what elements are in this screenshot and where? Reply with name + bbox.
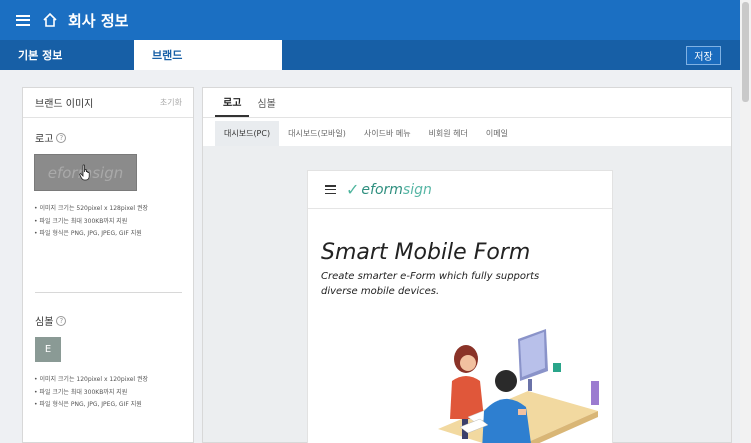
hand-cursor-icon: [79, 164, 90, 181]
tabs-underline: [203, 117, 731, 118]
help-icon[interactable]: ?: [56, 132, 67, 143]
hero-subtitle: Create smarter e-Form which fully suppor…: [321, 271, 540, 297]
logo-upload-button[interactable]: eformsign: [34, 154, 137, 191]
preview-panel: 로고 심볼 대시보드(PC) 대시보드(모바일) 사이드바 메뉴 비회원 헤더 …: [202, 87, 732, 443]
reset-button[interactable]: 초기화: [160, 97, 182, 108]
symbol-label: 심볼: [35, 317, 54, 328]
logo-note: • 이미지 크기는 520pixel x 128pixel 권장: [34, 205, 148, 212]
brand-image-header: 브랜드 이미지 초기화: [23, 88, 193, 118]
symbol-note: • 이미지 크기는 120pixel x 120pixel 권장: [34, 376, 148, 383]
eformsign-logo: ✓ eform sign: [346, 180, 432, 199]
logo-notes: • 이미지 크기는 520pixel x 128pixel 권장 • 파일 크기…: [34, 203, 148, 241]
subtab-dashboard-pc[interactable]: 대시보드(PC): [215, 121, 280, 146]
dashboard-preview: ✓ eform sign Smart Mobile Form Create sma…: [307, 170, 613, 443]
tab-bar: 기본 정보 브랜드: [0, 40, 740, 70]
preview-header: ✓ eform sign: [308, 171, 612, 209]
symbol-upload-button[interactable]: E: [35, 337, 61, 362]
logo-label: 로고: [35, 134, 54, 145]
section-divider: [35, 292, 182, 293]
brand-image-title: 브랜드 이미지: [35, 99, 94, 110]
top-bar: 회사 정보: [0, 0, 740, 40]
logo-note: • 파일 형식은 PNG, JPG, JPEG, GIF 지원: [34, 230, 142, 237]
home-icon[interactable]: [42, 12, 58, 28]
symbol-note: • 파일 크기는 최대 300KB까지 지원: [34, 388, 128, 396]
hamburger-menu-icon[interactable]: [16, 14, 30, 26]
logo-text-eform: eform: [361, 181, 403, 198]
symbol-section-label: 심볼 ?: [35, 313, 67, 328]
subtab-guest-header[interactable]: 비회원 헤더: [420, 121, 477, 146]
logo-text-sign: sign: [402, 181, 432, 198]
page-scrollbar[interactable]: [740, 0, 751, 443]
office-illustration: [438, 329, 599, 443]
symbol-notes: • 이미지 크기는 120pixel x 120pixel 권장 • 파일 크기…: [34, 374, 148, 412]
subtab-email[interactable]: 이메일: [477, 121, 517, 146]
subtab-dashboard-mobile[interactable]: 대시보드(모바일): [279, 121, 355, 146]
check-logo-icon: ✓: [346, 180, 360, 199]
save-button[interactable]: 저장: [686, 46, 721, 65]
preview-location-tabs: 대시보드(PC) 대시보드(모바일) 사이드바 메뉴 비회원 헤더 이메일: [215, 121, 517, 146]
symbol-note: • 파일 형식은 PNG, JPG, JPEG, GIF 지원: [34, 401, 142, 408]
preview-type-tabs: 로고 심볼: [215, 88, 284, 117]
hero-title: Smart Mobile Form: [321, 240, 531, 265]
tab-basic-info[interactable]: 기본 정보: [0, 40, 134, 70]
tab-symbol[interactable]: 심볼: [249, 88, 283, 117]
logo-note: • 파일 크기는 최대 300KB까지 지원: [34, 217, 128, 225]
help-icon[interactable]: ?: [56, 315, 67, 326]
subtab-sidebar-menu[interactable]: 사이드바 메뉴: [355, 121, 420, 146]
scrollbar-thumb[interactable]: [742, 2, 749, 102]
tab-brand[interactable]: 브랜드: [134, 40, 282, 70]
hamburger-menu-icon: [325, 185, 336, 194]
preview-area: ✓ eform sign Smart Mobile Form Create sma…: [203, 146, 731, 443]
page-title: 회사 정보: [68, 11, 129, 30]
brand-image-panel: 브랜드 이미지 초기화 로고 ? eformsign • 이미지 크기는 520…: [22, 87, 194, 443]
tab-logo[interactable]: 로고: [215, 88, 250, 117]
logo-section-label: 로고 ?: [35, 130, 67, 145]
